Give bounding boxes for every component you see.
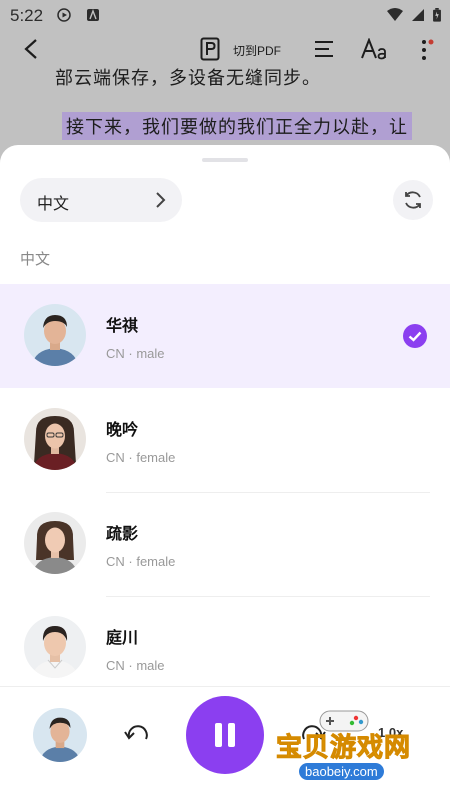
voice-item-huaqi[interactable]: 华祺 CN · male <box>0 284 450 388</box>
voice-name: 华祺 <box>106 318 139 335</box>
voice-meta: CN · male <box>106 658 165 673</box>
refresh-icon <box>405 191 421 209</box>
voice-item-tingchuan[interactable]: 庭川 CN · male <box>0 596 450 700</box>
watermark-text: 宝贝游戏网 <box>275 732 412 763</box>
drag-handle[interactable] <box>202 158 248 162</box>
avatar <box>24 512 86 574</box>
check-icon <box>403 324 427 348</box>
voice-meta: CN · female <box>106 554 176 569</box>
section-label: 中文 <box>20 251 51 268</box>
voice-name: 庭川 <box>106 630 139 647</box>
voice-name: 晚吟 <box>106 422 139 439</box>
refresh-button[interactable] <box>393 180 433 220</box>
voice-item-shuying[interactable]: 疏影 CN · female <box>0 492 450 596</box>
avatar <box>24 616 86 678</box>
language-selector[interactable]: 中文 <box>20 178 182 222</box>
avatar <box>24 408 86 470</box>
voice-meta: CN · male <box>106 346 165 361</box>
voice-meta: CN · female <box>106 450 176 465</box>
current-voice-avatar[interactable] <box>33 708 87 762</box>
rewind-icon[interactable] <box>124 723 150 745</box>
avatar <box>24 304 86 366</box>
pause-button[interactable] <box>186 696 264 774</box>
language-selector-label: 中文 <box>37 196 70 213</box>
pause-icon <box>215 723 222 747</box>
voice-name: 疏影 <box>106 526 139 543</box>
watermark-url: baobeiy.com <box>299 763 384 780</box>
scrim-overlay <box>0 0 450 160</box>
watermark: 宝贝游戏网 baobeiy.com <box>270 705 420 795</box>
chevron-right-icon <box>156 192 166 208</box>
voice-item-wanyin[interactable]: 晚吟 CN · female <box>0 388 450 492</box>
